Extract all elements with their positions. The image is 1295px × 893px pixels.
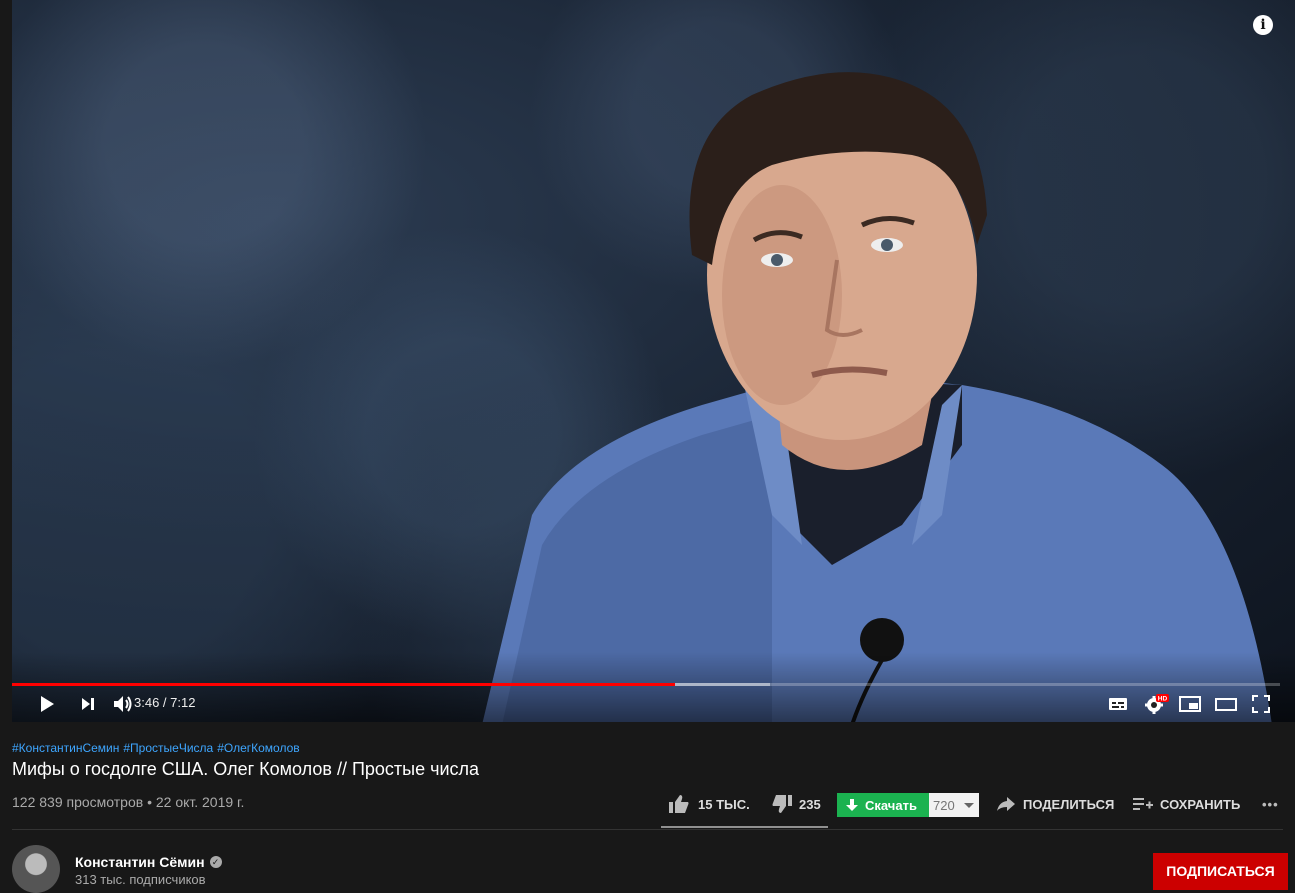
subtitles-icon [1109,698,1127,710]
progress-played [12,683,676,686]
share-label: ПОДЕЛИТЬСЯ [1023,796,1115,812]
share-icon [997,797,1015,811]
play-button[interactable] [38,692,56,716]
channel-name[interactable]: Константин Сёмин ✓ [75,854,222,870]
avatar[interactable] [12,845,60,893]
subtitles-button[interactable] [1108,692,1128,716]
play-icon [41,696,54,712]
video-frame-presenter [482,72,1272,722]
save-label: СОХРАНИТЬ [1160,796,1241,812]
hashtag-link[interactable]: #КонстантинСемин [12,741,119,755]
next-button[interactable] [79,692,97,716]
progress-bar[interactable] [12,683,1280,686]
hd-badge: HD [1158,696,1168,703]
theater-mode-button[interactable] [1215,692,1237,716]
info-icon[interactable]: i [1253,15,1273,35]
subscribe-button[interactable]: ПОДПИСАТЬСЯ [1153,853,1288,890]
miniplayer-icon [1179,696,1201,712]
channel-name-text: Константин Сёмин [75,854,205,870]
save-button[interactable]: СОХРАНИТЬ [1133,790,1240,818]
controls-gradient [12,652,1295,722]
playlist-add-icon [1133,798,1153,810]
thumbs-up-icon [669,795,689,813]
skip-next-icon [82,698,94,710]
gear-icon: HD [1145,694,1169,714]
thumbs-down-icon [772,795,792,813]
volume-icon [114,696,132,712]
download-icon [846,798,858,811]
verified-check-icon: ✓ [209,856,222,868]
like-count: 15 ТЫС. [698,796,750,812]
share-button[interactable]: ПОДЕЛИТЬСЯ [996,790,1114,818]
hashtag-link[interactable]: #ОлегКомолов [217,741,299,755]
miniplayer-button[interactable] [1179,692,1201,716]
like-dislike-ratio-bar [661,826,828,828]
divider [12,829,1283,830]
more-actions-button[interactable]: ••• [1262,790,1279,818]
video-player[interactable]: i [12,0,1295,722]
chevron-down-icon [964,803,974,808]
dislike-button[interactable]: 235 [771,790,821,818]
fullscreen-button[interactable] [1252,692,1270,716]
download-quality-value: 720 [933,797,955,813]
time-display: 3:46 / 7:12 [134,695,196,710]
like-button[interactable]: 15 ТЫС. [668,790,750,818]
download-button[interactable]: Скачать [837,793,930,817]
theater-icon [1215,698,1237,711]
dislike-count: 235 [799,796,821,812]
download-quality-select[interactable]: 720 [929,793,979,817]
subscriber-count: 313 тыс. подписчиков [75,872,206,887]
settings-button[interactable]: HD [1144,692,1170,716]
fullscreen-icon [1252,695,1270,713]
download-label: Скачать [865,797,917,813]
hashtag-link[interactable]: #ПростыеЧисла [123,741,213,755]
video-meta: 122 839 просмотров • 22 окт. 2019 г. [12,794,245,810]
volume-button[interactable] [112,692,134,716]
video-title: Мифы о госдолге США. Олег Комолов // Про… [12,759,480,779]
more-icon: ••• [1262,796,1279,812]
hashtags: #КонстантинСемин #ПростыеЧисла #ОлегКомоло… [12,741,304,755]
